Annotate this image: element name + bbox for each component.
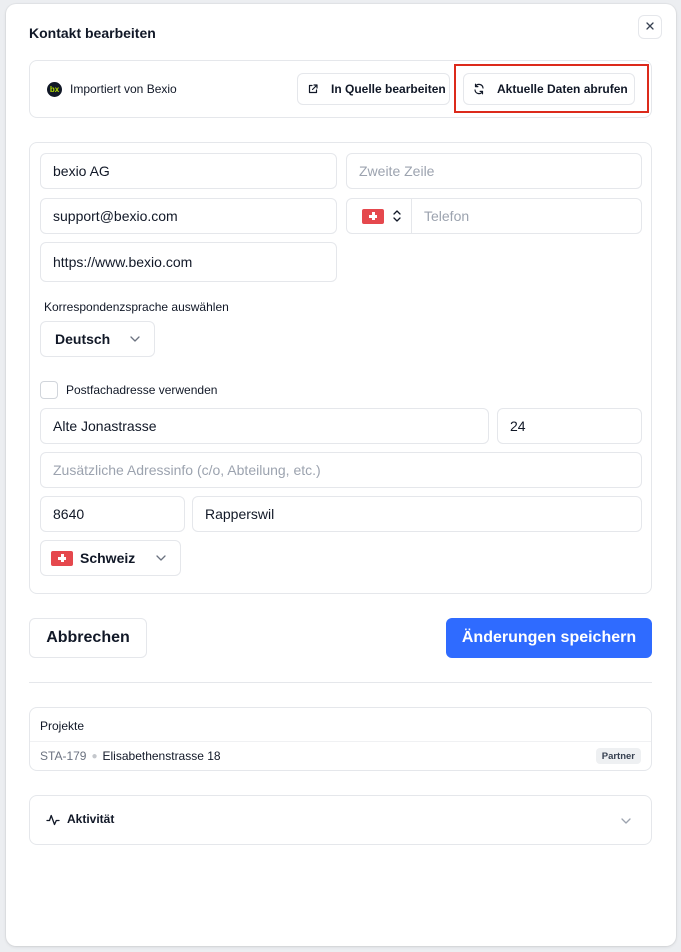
house-number-input[interactable]: 24 [497,408,642,444]
po-box-label: Postfachadresse verwenden [66,383,218,397]
projects-title: Projekte [40,719,85,733]
swiss-flag-icon [362,208,384,224]
activity-accordion[interactable]: Aktivität [29,795,652,845]
separator-dot: ● [91,750,98,762]
fetch-current-data-button[interactable]: Aktuelle Daten abrufen [463,73,635,105]
edit-in-source-label: In Quelle bearbeiten [331,82,446,96]
projects-card: Projekte STA-179 ● Elisabethenstrasse 18… [29,707,652,771]
chevron-up-down-icon [393,210,401,222]
chevron-down-icon [156,555,166,561]
chevron-down-icon [130,336,140,342]
phone-input[interactable]: Telefon [412,199,641,233]
email-input[interactable]: support@bexio.com [40,198,337,234]
po-box-checkbox[interactable] [40,381,58,399]
project-name: Elisabethenstrasse 18 [102,749,221,763]
project-row[interactable]: STA-179 ● Elisabethenstrasse 18 Partner [30,742,651,770]
street-input[interactable]: Alte Jonastrasse [40,408,489,444]
edit-in-source-button[interactable]: In Quelle bearbeiten [297,73,450,105]
second-line-input[interactable]: Zweite Zeile [346,153,642,189]
save-changes-button[interactable]: Änderungen speichern [446,618,652,658]
activity-icon [46,814,60,826]
language-selected: Deutsch [55,331,111,347]
phone-country-select[interactable] [347,199,412,233]
phone-field: Telefon [346,198,642,234]
import-source-label: Importiert von Bexio [70,82,177,96]
close-button[interactable] [638,15,662,39]
external-link-icon [308,84,318,94]
cancel-button[interactable]: Abbrechen [29,618,147,658]
chevron-down-icon [621,818,631,824]
language-select[interactable]: Deutsch [40,321,155,357]
language-label: Korrespondenzsprache auswählen [44,300,229,314]
additional-address-input[interactable]: Zusätzliche Adressinfo (c/o, Abteilung, … [40,452,642,488]
refresh-icon [474,83,484,95]
swiss-flag-icon [51,550,73,566]
section-divider [29,682,652,683]
fetch-current-data-label: Aktuelle Daten abrufen [497,82,628,96]
project-code: STA-179 [40,749,87,763]
country-select[interactable]: Schweiz [40,540,181,576]
contact-form: bexio AG Zweite Zeile support@bexio.com … [29,142,652,594]
x-icon [645,18,655,36]
company-name-input[interactable]: bexio AG [40,153,337,189]
activity-label: Aktivität [67,812,115,826]
edit-contact-dialog: Kontakt bearbeiten bx Importiert von Bex… [6,4,676,946]
city-input[interactable]: Rapperswil [192,496,642,532]
website-input[interactable]: https://www.bexio.com [40,242,337,282]
dialog-title: Kontakt bearbeiten [29,25,156,41]
country-selected: Schweiz [80,550,136,566]
project-role-badge: Partner [595,748,641,764]
import-source-card: bx Importiert von Bexio In Quelle bearbe… [29,60,652,118]
zip-input[interactable]: 8640 [40,496,185,532]
bexio-logo: bx [47,82,62,97]
